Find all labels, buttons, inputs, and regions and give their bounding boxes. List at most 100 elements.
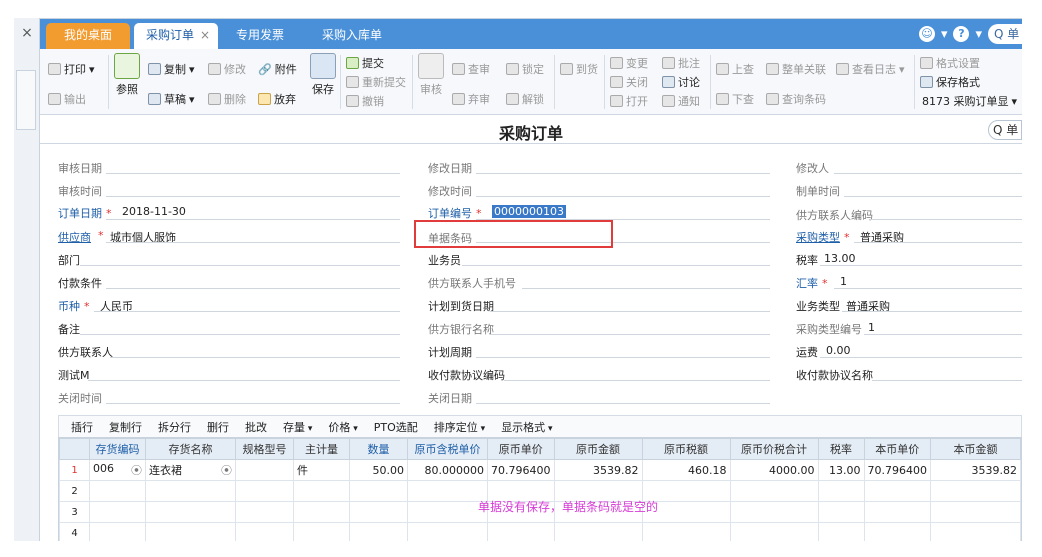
view-log-button[interactable]: 查看日志 ▾ bbox=[836, 61, 905, 77]
planned-arrival-field[interactable] bbox=[490, 311, 770, 312]
paperclip-icon[interactable]: ⦿ bbox=[131, 462, 142, 478]
revoke-button[interactable]: 撤销 bbox=[346, 93, 384, 109]
supplier-label[interactable]: 供应商 bbox=[58, 229, 91, 245]
help-icon[interactable]: ? bbox=[953, 26, 970, 42]
whole-link-button[interactable]: 整单关联 bbox=[766, 61, 826, 77]
col-local-price[interactable]: 本币单价 bbox=[863, 438, 931, 460]
copy-button[interactable]: 复制 ▾ bbox=[148, 61, 195, 77]
batch-edit-button[interactable]: 批改 bbox=[245, 419, 267, 435]
payment-protocol-name-field[interactable] bbox=[872, 380, 1022, 381]
col-orig-tax-price[interactable]: 原币含税单价 bbox=[407, 438, 488, 460]
paperclip-icon[interactable]: ⦿ bbox=[221, 462, 232, 478]
supplier-bank-field[interactable] bbox=[490, 334, 770, 335]
global-search-input[interactable]: Q 单 bbox=[988, 24, 1022, 44]
col-local-amount[interactable]: 本币金额 bbox=[930, 438, 1021, 460]
format-select[interactable]: 8173 采购订单显 ▾ bbox=[922, 93, 1017, 109]
query-barcode-button[interactable]: 查询条码 bbox=[766, 91, 826, 107]
delete-button[interactable]: 删除 bbox=[208, 91, 246, 107]
refer-button[interactable]: 参照 bbox=[114, 53, 140, 97]
delete-row-button[interactable]: 删行 bbox=[207, 419, 229, 435]
col-orig-amount[interactable]: 原币金额 bbox=[553, 438, 643, 460]
maker-time-field[interactable] bbox=[844, 196, 1022, 197]
resubmit-button[interactable]: 重新提交 bbox=[346, 74, 406, 90]
table-row[interactable]: 4 bbox=[59, 522, 1021, 541]
tab-special-invoice[interactable]: 专用发票 bbox=[220, 23, 300, 49]
col-tax-rate[interactable]: 税率 bbox=[817, 438, 865, 460]
close-time-field[interactable] bbox=[106, 403, 400, 404]
dropdown-icon[interactable]: ▾ bbox=[941, 27, 948, 42]
remark-field[interactable] bbox=[80, 334, 400, 335]
table-row[interactable]: 1 006 ⦿ 连衣裙 ⦿ 件 50.00 80.000000 70.796400 … bbox=[59, 459, 1021, 481]
print-button[interactable]: 打印 ▾ bbox=[48, 61, 95, 77]
audit-button[interactable]: 审核 bbox=[418, 53, 444, 97]
tax-rate-value[interactable]: 13.00 bbox=[824, 252, 856, 265]
query-audit-button[interactable]: 查审 bbox=[452, 61, 490, 77]
arrival-button[interactable]: 到货 bbox=[560, 61, 598, 77]
modify-button[interactable]: 修改 bbox=[208, 61, 246, 77]
col-orig-total[interactable]: 原币价税合计 bbox=[729, 438, 819, 460]
test-m-field[interactable] bbox=[88, 380, 400, 381]
tab-purchase-order[interactable]: 采购订单 × bbox=[134, 23, 218, 49]
notify-button[interactable]: 通知 bbox=[662, 93, 700, 109]
stock-dropdown[interactable]: 存量 bbox=[283, 419, 312, 435]
order-no-value[interactable]: 0000000103 bbox=[492, 205, 566, 218]
audit-time-field[interactable] bbox=[106, 196, 400, 197]
supplier-contact-code-field[interactable] bbox=[870, 219, 1022, 220]
left-collapse-strip[interactable] bbox=[16, 70, 36, 130]
open-doc-button[interactable]: 打开 bbox=[610, 93, 648, 109]
tab-purchase-receipt[interactable]: 采购入库单 bbox=[302, 23, 402, 49]
smile-icon[interactable]: ☺ bbox=[918, 26, 935, 42]
abandon-audit-button[interactable]: 弃审 bbox=[452, 91, 490, 107]
modify-time-field[interactable] bbox=[476, 196, 770, 197]
annotate-button[interactable]: 批注 bbox=[662, 55, 700, 71]
audit-date-field[interactable] bbox=[106, 173, 400, 174]
plan-period-field[interactable] bbox=[476, 357, 770, 358]
display-format-dropdown[interactable]: 显示格式 bbox=[501, 419, 552, 435]
col-qty[interactable]: 数量 bbox=[349, 438, 408, 460]
exchange-rate-value[interactable]: 1 bbox=[840, 275, 847, 288]
purchase-type-no-value[interactable]: 1 bbox=[868, 321, 875, 334]
next-query-button[interactable]: 下查 bbox=[716, 91, 754, 107]
col-main-unit[interactable]: 主计量 bbox=[293, 438, 350, 460]
lock-button[interactable]: 锁定 bbox=[506, 61, 544, 77]
salesman-field[interactable] bbox=[462, 265, 770, 266]
close-doc-button[interactable]: 关闭 bbox=[610, 74, 648, 90]
supplier-contact-phone-field[interactable] bbox=[522, 288, 770, 289]
modifier-field[interactable] bbox=[834, 173, 1022, 174]
dept-field[interactable] bbox=[80, 265, 400, 266]
pto-select-button[interactable]: PTO选配 bbox=[374, 419, 418, 435]
change-button[interactable]: 变更 bbox=[610, 55, 648, 71]
price-dropdown[interactable]: 价格 bbox=[328, 419, 357, 435]
doc-search-input[interactable]: Q 单 bbox=[988, 120, 1022, 140]
prev-query-button[interactable]: 上查 bbox=[716, 61, 754, 77]
discuss-button[interactable]: 讨论 bbox=[662, 74, 700, 90]
col-item-code[interactable]: 存货编码 bbox=[89, 438, 146, 460]
order-date-value[interactable]: 2018-11-30 bbox=[122, 205, 186, 218]
format-settings-button[interactable]: 格式设置 bbox=[920, 55, 980, 71]
freight-value[interactable]: 0.00 bbox=[826, 344, 851, 357]
supplier-contact-field[interactable] bbox=[110, 357, 400, 358]
save-button[interactable]: 保存 bbox=[310, 53, 336, 97]
attach-button[interactable]: 🔗 附件 bbox=[258, 61, 297, 77]
modify-date-field[interactable] bbox=[476, 173, 770, 174]
dropdown-icon[interactable]: ▾ bbox=[975, 27, 982, 42]
sort-locate-dropdown[interactable]: 排序定位 bbox=[434, 419, 485, 435]
col-spec[interactable]: 规格型号 bbox=[235, 438, 294, 460]
item-code-cell[interactable]: 006 ⦿ bbox=[89, 459, 146, 481]
col-orig-tax[interactable]: 原币税额 bbox=[641, 438, 731, 460]
tab-close-icon[interactable]: × bbox=[200, 23, 210, 47]
tab-my-desktop[interactable]: 我的桌面 bbox=[46, 23, 130, 49]
col-item-name[interactable]: 存货名称 bbox=[145, 438, 236, 460]
payment-protocol-code-field[interactable] bbox=[504, 380, 770, 381]
col-orig-price[interactable]: 原币单价 bbox=[487, 438, 555, 460]
submit-button[interactable]: 提交 bbox=[346, 55, 384, 71]
unlock-button[interactable]: 解锁 bbox=[506, 91, 544, 107]
close-date-field[interactable] bbox=[476, 403, 770, 404]
close-icon[interactable]: × bbox=[18, 24, 36, 42]
split-row-button[interactable]: 拆分行 bbox=[158, 419, 191, 435]
export-button[interactable]: 输出 bbox=[48, 91, 86, 107]
payment-terms-field[interactable] bbox=[106, 288, 400, 289]
discard-button[interactable]: 放弃 bbox=[258, 91, 296, 107]
copy-row-button[interactable]: 复制行 bbox=[109, 419, 142, 435]
insert-row-button[interactable]: 插行 bbox=[71, 419, 93, 435]
